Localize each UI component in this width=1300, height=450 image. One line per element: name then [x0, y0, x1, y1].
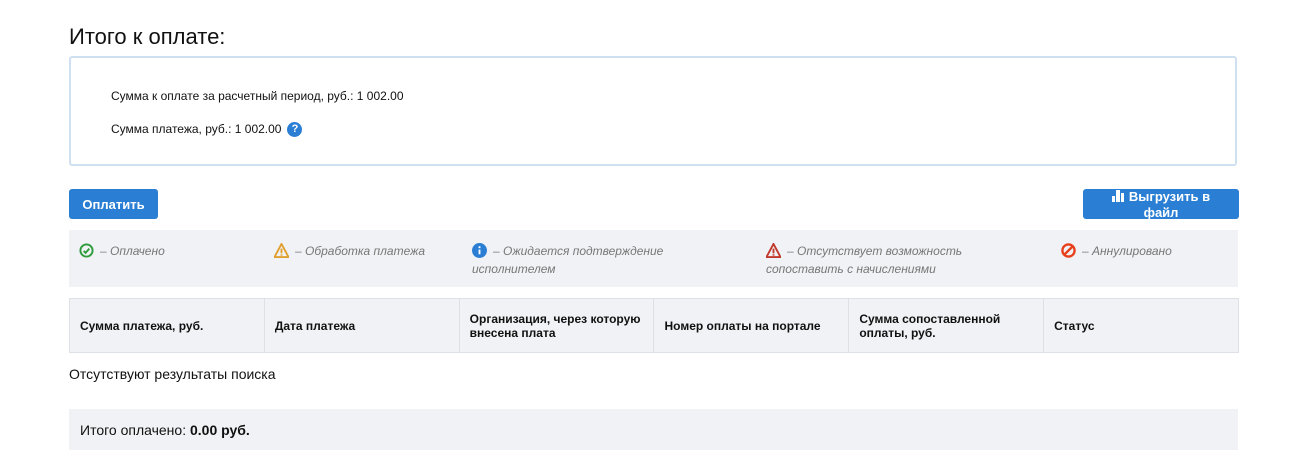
legend-unmatched: – Отсутствует возможность сопоставить с …	[766, 243, 963, 276]
export-label: Выгрузить в файл	[1128, 189, 1211, 220]
col-portal-number: Номер оплаты на портале	[653, 298, 850, 353]
period-amount: Сумма к оплате за расчетный период, руб.…	[111, 89, 404, 103]
legend-awaiting: – Ожидается подтверждение исполнителем	[472, 243, 664, 276]
total-paid: Итого оплачено: 0.00 руб.	[69, 409, 1238, 450]
col-organization: Организация, через которую внесена плата	[458, 298, 655, 353]
total-value: 0.00 руб.	[189, 422, 250, 438]
col-matched-amount: Сумма сопоставленной оплаты, руб.	[848, 298, 1045, 353]
status-legend: – Оплачено – Обработка платежа – Ожидает…	[69, 230, 1238, 287]
empty-results: Отсутствуют результаты поиска	[69, 366, 276, 382]
summary-box: Сумма к оплате за расчетный период, руб.…	[69, 56, 1237, 166]
chart-icon	[1111, 190, 1125, 205]
payment-amount: Сумма платежа, руб.: 1 002.00?	[111, 122, 303, 138]
payments-table: Сумма платежа, руб. Дата платежа Организ…	[69, 298, 1239, 353]
warning-icon	[274, 243, 289, 258]
pay-button[interactable]: Оплатить	[69, 189, 158, 219]
info-icon	[472, 243, 487, 258]
help-icon[interactable]: ?	[287, 122, 303, 138]
legend-paid: – Оплачено	[79, 242, 165, 260]
total-label: Итого оплачено:	[80, 422, 187, 438]
warning-icon	[766, 243, 781, 258]
page-title: Итого к оплате:	[69, 24, 226, 49]
col-amount: Сумма платежа, руб.	[69, 298, 265, 353]
legend-processing: – Обработка платежа	[274, 242, 425, 260]
legend-cancelled: – Аннулировано	[1061, 242, 1172, 260]
col-date: Дата платежа	[263, 298, 460, 353]
payment-amount-text: Сумма платежа, руб.: 1 002.00	[111, 122, 282, 136]
check-circle-icon	[79, 243, 94, 258]
col-status: Статус	[1043, 298, 1239, 353]
export-button[interactable]: Выгрузить в файл	[1083, 189, 1239, 220]
ban-icon	[1061, 243, 1076, 258]
